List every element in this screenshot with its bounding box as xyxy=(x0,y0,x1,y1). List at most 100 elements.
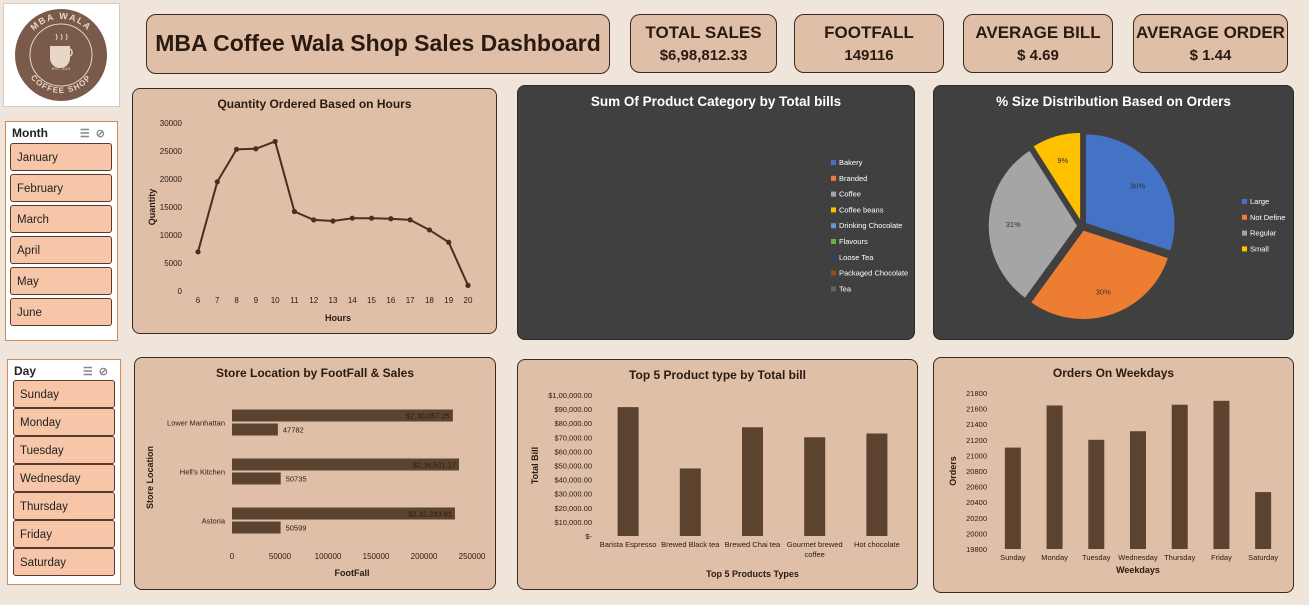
y-tick-label: $30,000.00 xyxy=(554,490,592,499)
y-tick-label: 21200 xyxy=(966,436,987,445)
y-tick-label: 20600 xyxy=(966,483,987,492)
x-tick-label: 250000 xyxy=(459,552,486,561)
x-axis-label: Top 5 Products Types xyxy=(706,569,799,579)
slicer-title: Day xyxy=(14,364,37,378)
x-tick-label: 19 xyxy=(444,296,453,305)
slicer-item-february[interactable]: February xyxy=(10,174,112,202)
legend-swatch xyxy=(831,160,836,165)
bar xyxy=(1004,447,1021,549)
x-tick-label: 100000 xyxy=(315,552,342,561)
x-axis-label: FootFall xyxy=(335,568,370,578)
y-tick-label: 19800 xyxy=(966,545,987,554)
pie-chart: 12%2%39%6%10%1%1%1%28%BakeryBrandedCoffe… xyxy=(831,158,908,293)
kpi-total-sales: TOTAL SALES $6,98,812.33 xyxy=(630,14,777,73)
bar xyxy=(804,437,826,536)
legend-swatch xyxy=(831,175,836,181)
x-tick-label: Barista Espresso xyxy=(600,540,657,549)
slicer-item-june[interactable]: June xyxy=(10,298,112,326)
legend-item: Coffee beans xyxy=(839,205,884,214)
x-tick-label: 6 xyxy=(196,296,201,305)
chart-size-distribution-pie: % Size Distribution Based on Orders 30% 3… xyxy=(933,85,1294,340)
data-point xyxy=(272,138,278,145)
x-tick-label: 14 xyxy=(348,296,357,305)
y-tick-label: 21400 xyxy=(966,420,987,429)
x-tick-label: 18 xyxy=(425,296,434,305)
multi-select-icon[interactable]: ☰ xyxy=(83,366,99,378)
x-tick-label: Hot chocolate xyxy=(854,540,900,549)
y-tick-label: 30000 xyxy=(160,119,183,128)
chart-product-category-pie: Sum Of Product Category by Total bills 1… xyxy=(517,85,915,340)
bar xyxy=(866,433,888,536)
slicer-item-saturday[interactable]: Saturday xyxy=(13,548,115,576)
slicer-item-monday[interactable]: Monday xyxy=(13,408,115,436)
chart-store-location: Store Location by FootFall & Sales 0 5000… xyxy=(134,357,496,590)
legend-swatch xyxy=(1242,214,1247,220)
slicer-item-april[interactable]: April xyxy=(10,236,112,264)
bar-sales-label: $2,36,511.17 xyxy=(413,461,456,470)
x-tick-label: Saturday xyxy=(1248,553,1278,562)
bar xyxy=(1255,492,1272,549)
slicer-item-wednesday[interactable]: Wednesday xyxy=(13,464,115,492)
kpi-value: $ 1.44 xyxy=(1189,47,1232,64)
y-tick-label: 21000 xyxy=(966,451,987,460)
x-tick-label: 150000 xyxy=(363,552,390,561)
bar xyxy=(1213,400,1230,549)
bar-footfall xyxy=(232,521,281,534)
y-tick-label: $90,000.00 xyxy=(554,405,592,414)
slicer-item-sunday[interactable]: Sunday xyxy=(13,380,115,408)
data-point xyxy=(195,249,201,255)
data-point xyxy=(349,215,355,221)
chart-quantity-by-hours: Quantity Ordered Based on Hours 0 5000 100… xyxy=(132,88,497,334)
y-tick-label: $60,000.00 xyxy=(554,447,592,456)
y-tick-label: $70,000.00 xyxy=(554,433,592,442)
data-point xyxy=(253,146,259,152)
kpi-average-bill: AVERAGE BILL $ 4.69 xyxy=(963,14,1113,73)
y-tick-label: 20400 xyxy=(966,498,987,507)
bar xyxy=(1171,404,1188,549)
y-tick-label: Hell's Kitchen xyxy=(180,468,225,477)
slicer-item-friday[interactable]: Friday xyxy=(13,520,115,548)
legend-swatch xyxy=(831,191,836,197)
data-point xyxy=(368,215,375,221)
slicer-item-thursday[interactable]: Thursday xyxy=(13,492,115,520)
legend-item: Not Define xyxy=(1250,213,1285,222)
x-tick-label: 9 xyxy=(254,296,259,305)
slicer-item-tuesday[interactable]: Tuesday xyxy=(13,436,115,464)
x-tick-label: 12 xyxy=(309,296,318,305)
y-tick-label: 15000 xyxy=(160,203,183,212)
day-slicer: Day ☰⊘ Sunday Monday Tuesday Wednesday Th… xyxy=(7,359,121,585)
x-axis-label: Hours xyxy=(325,313,351,323)
y-tick-label: $10,000.00 xyxy=(554,518,592,527)
multi-select-icon[interactable]: ☰ xyxy=(80,128,96,140)
bar-footfall-label: 50735 xyxy=(286,475,307,484)
y-axis-label: Store Location xyxy=(145,446,155,509)
y-tick-label: 21600 xyxy=(966,405,987,414)
x-tick-label: Friday xyxy=(1211,553,1232,562)
slice-label: 30% xyxy=(1130,182,1145,191)
x-tick-label: Brewed Chai tea xyxy=(725,540,781,549)
clear-filter-icon[interactable]: ⊘ xyxy=(96,128,111,140)
slicer-item-march[interactable]: March xyxy=(10,205,112,233)
x-tick-label: 7 xyxy=(215,296,220,305)
slicer-title: Month xyxy=(12,126,48,140)
slicer-item-may[interactable]: May xyxy=(10,267,112,295)
legend-swatch xyxy=(1242,199,1247,204)
bar xyxy=(742,427,763,536)
chart-top5-products: Top 5 Product type by Total bill $- $10,0… xyxy=(517,359,918,590)
y-tick-label: $80,000.00 xyxy=(554,419,592,428)
line-chart: 0 5000 10000 15000 20000 25000 30000 6 7 8 9 10 11 12… xyxy=(147,119,473,323)
legend-swatch xyxy=(831,223,836,229)
legend-swatch xyxy=(1242,246,1247,252)
slice-label: 9% xyxy=(1057,156,1068,165)
x-tick-label: 11 xyxy=(290,296,299,305)
bar xyxy=(617,407,639,536)
y-tick-label: 20000 xyxy=(160,175,183,184)
legend-item: Drinking Chocolate xyxy=(839,221,902,230)
bar-footfall-label: 47782 xyxy=(283,426,304,435)
y-tick-label: 20000 xyxy=(966,529,987,538)
slicer-item-january[interactable]: January xyxy=(10,143,112,171)
bar xyxy=(1130,431,1146,549)
y-tick-label: Astoria xyxy=(202,517,226,526)
legend-swatch xyxy=(831,270,836,276)
clear-filter-icon[interactable]: ⊘ xyxy=(99,366,114,378)
